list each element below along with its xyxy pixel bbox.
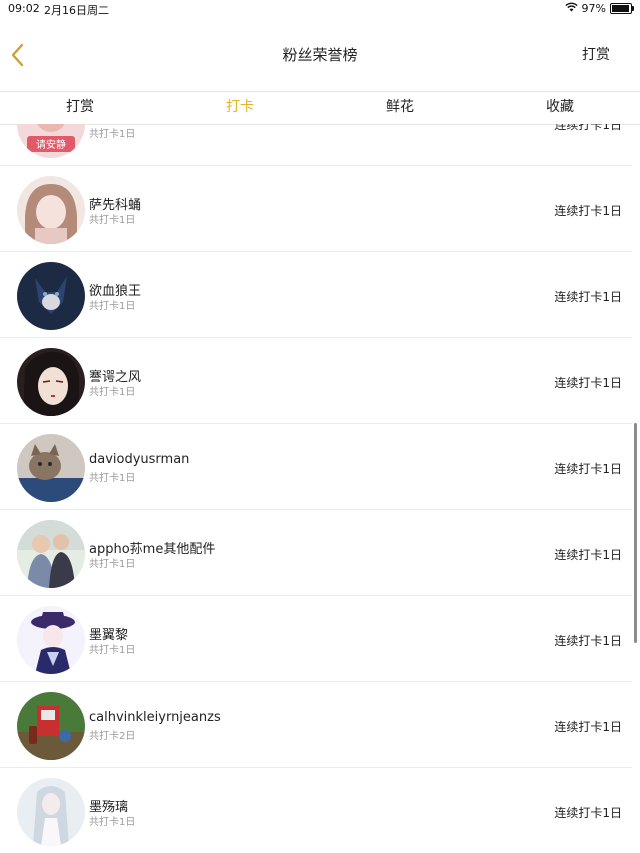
fan-streak: 连续打卡1日 xyxy=(554,548,622,562)
wifi-icon xyxy=(564,2,578,15)
fan-streak: 连续打卡1日 xyxy=(554,462,622,476)
list-item[interactable]: 欲血狼王 共打卡1日 连续打卡1日 xyxy=(0,253,640,338)
fan-total-checkins: 共打卡1日 xyxy=(89,387,136,398)
avatar xyxy=(17,692,85,760)
fan-streak: 连续打卡1日 xyxy=(554,806,622,820)
list-item[interactable]: 萨先科蛹 共打卡1日 连续打卡1日 xyxy=(0,167,640,252)
fan-name: calhvinkleiyrnjeanzs xyxy=(89,710,221,725)
divider xyxy=(0,509,632,510)
list-item[interactable]: 墨殇璃 共打卡1日 连续打卡1日 xyxy=(0,769,640,853)
battery-percent: 97% xyxy=(581,2,606,15)
fan-total-checkins: 共打卡1日 xyxy=(89,301,136,312)
reward-button[interactable]: 打赏 xyxy=(582,44,610,64)
status-bar: 09:02 2月16日周二 97% xyxy=(0,0,640,18)
status-right: 97% xyxy=(564,2,634,15)
tab-favorites[interactable]: 收藏 xyxy=(480,92,640,124)
nav-bar: 粉丝荣誉榜 打赏 xyxy=(0,20,640,90)
avatar xyxy=(17,348,85,416)
fan-total-checkins: 共打卡1日 xyxy=(89,215,136,226)
divider xyxy=(0,337,632,338)
avatar-label: 请安静 xyxy=(36,138,66,151)
fan-list[interactable]: 请安静 共打卡1日 连续打卡1日 萨先科蛹 共打卡1日 连续打卡1日 欲血狼王 … xyxy=(0,124,640,853)
divider xyxy=(0,767,632,768)
avatar xyxy=(17,434,85,502)
fan-streak: 连续打卡1日 xyxy=(554,204,622,218)
tab-flowers[interactable]: 鲜花 xyxy=(320,92,480,124)
battery-icon xyxy=(610,3,634,14)
fan-name: daviodyusrman xyxy=(89,452,190,467)
fan-total-checkins: 共打卡1日 xyxy=(89,817,136,828)
status-time: 09:02 xyxy=(8,2,40,15)
divider xyxy=(0,681,632,682)
fan-total-checkins: 共打卡1日 xyxy=(89,559,136,570)
divider xyxy=(0,423,632,424)
list-item[interactable]: 墨翼黎 共打卡1日 连续打卡1日 xyxy=(0,597,640,682)
fan-total-checkins: 共打卡2日 xyxy=(89,731,136,742)
tab-checkin[interactable]: 打卡 xyxy=(160,92,320,124)
fan-total-checkins: 共打卡1日 xyxy=(89,645,136,656)
tab-bar: 打赏 打卡 鲜花 收藏 xyxy=(0,91,640,125)
list-item[interactable]: 謇谔之风 共打卡1日 连续打卡1日 xyxy=(0,339,640,424)
page-title: 粉丝荣誉榜 xyxy=(282,46,358,64)
avatar xyxy=(17,262,85,330)
list-item[interactable]: appho荪me其他配件 共打卡1日 连续打卡1日 xyxy=(0,511,640,596)
status-date: 2月16日周二 xyxy=(44,4,109,17)
scrollbar[interactable] xyxy=(634,423,637,643)
fan-streak: 连续打卡1日 xyxy=(554,720,622,734)
list-item[interactable]: calhvinkleiyrnjeanzs 共打卡2日 连续打卡1日 xyxy=(0,683,640,768)
avatar xyxy=(17,176,85,244)
fan-streak: 连续打卡1日 xyxy=(554,634,622,648)
list-item[interactable]: 请安静 共打卡1日 连续打卡1日 xyxy=(0,124,640,166)
fan-streak: 连续打卡1日 xyxy=(554,290,622,304)
fan-total-checkins: 共打卡1日 xyxy=(89,473,136,484)
divider xyxy=(0,595,632,596)
avatar xyxy=(17,778,85,846)
list-item[interactable]: daviodyusrman 共打卡1日 连续打卡1日 xyxy=(0,425,640,510)
divider xyxy=(0,165,632,166)
fan-streak: 连续打卡1日 xyxy=(554,376,622,390)
fan-streak: 连续打卡1日 xyxy=(554,124,622,132)
tab-reward[interactable]: 打赏 xyxy=(0,92,160,124)
fan-total-checkins: 共打卡1日 xyxy=(89,129,136,140)
avatar xyxy=(17,520,85,588)
avatar: 请安静 xyxy=(17,124,85,158)
avatar xyxy=(17,606,85,674)
divider xyxy=(0,251,632,252)
